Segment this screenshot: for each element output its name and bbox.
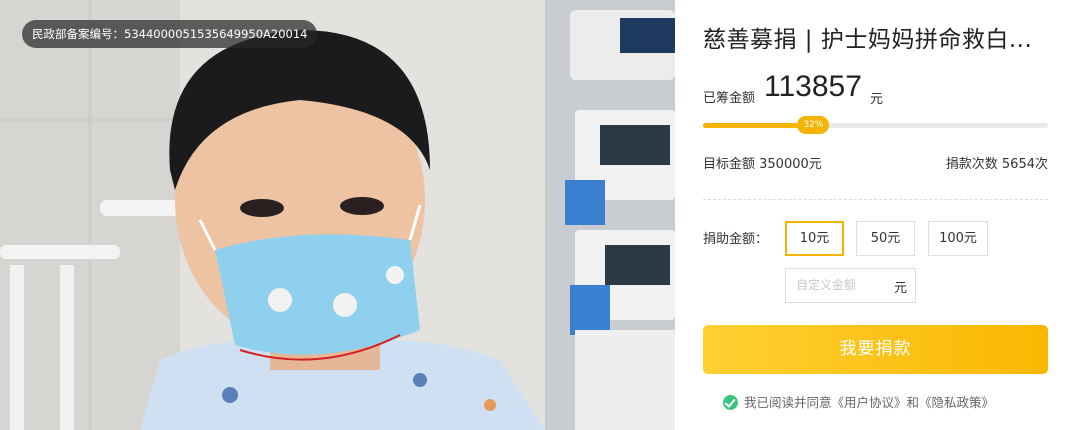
custom-amount-input[interactable] bbox=[794, 277, 888, 293]
campaign-title: 慈善募捐 | 护士妈妈拼命救白... bbox=[703, 27, 1033, 53]
agreement-text: 我已阅读并同意《用户协议》和《隐私政策》 bbox=[744, 395, 995, 410]
check-icon[interactable] bbox=[723, 395, 738, 410]
custom-amount-field[interactable]: 元 bbox=[785, 268, 916, 303]
agreement[interactable]: 我已阅读并同意《用户协议》和《隐私政策》 bbox=[723, 392, 994, 411]
donation-panel: 慈善募捐 | 护士妈妈拼命救白... 已筹金额 113857 元 32% 目标金… bbox=[675, 0, 1080, 430]
donation-count: 捐款次数 5654次 bbox=[945, 157, 1048, 172]
progress-percent-badge: 32% bbox=[797, 116, 830, 134]
amount-option-100[interactable]: 100元 bbox=[928, 221, 988, 256]
donate-amount-label: 捐助金额： bbox=[703, 232, 769, 247]
amount-option-10[interactable]: 10元 bbox=[785, 221, 844, 256]
custom-amount-unit: 元 bbox=[893, 281, 907, 296]
campaign-photo: 民政部备案编号：5344000051535649950A20014 bbox=[0, 0, 675, 430]
progress-bar: 32% bbox=[703, 116, 1048, 134]
donate-button[interactable]: 我要捐款 bbox=[703, 325, 1048, 374]
raised-unit: 元 bbox=[870, 92, 884, 107]
target-amount: 目标金额 350000元 bbox=[703, 157, 822, 172]
raised-label: 已筹金额 bbox=[703, 91, 756, 106]
raised-amount: 113857 bbox=[764, 70, 862, 103]
registration-badge: 民政部备案编号：5344000051535649950A20014 bbox=[22, 20, 318, 48]
divider bbox=[703, 199, 1048, 200]
amount-option-50[interactable]: 50元 bbox=[856, 221, 915, 256]
